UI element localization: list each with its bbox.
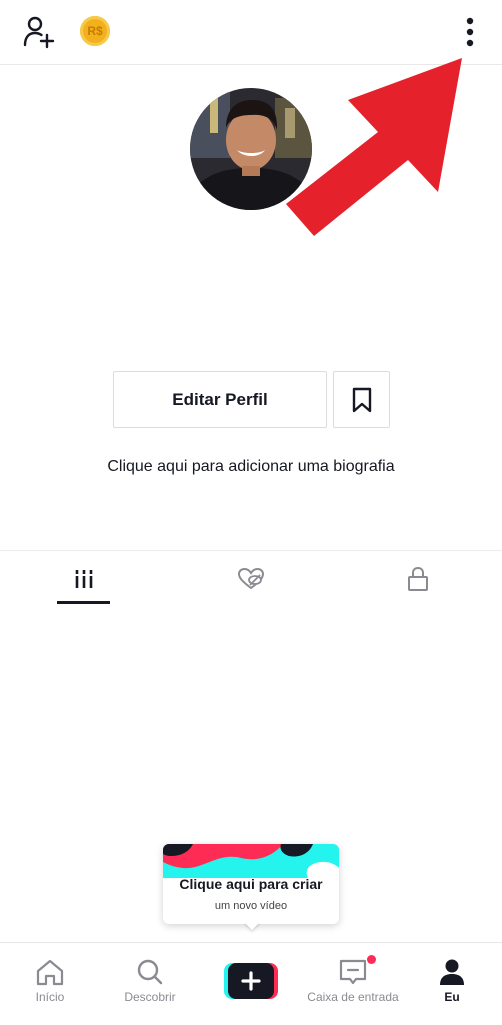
inbox-notification-dot	[367, 955, 376, 964]
bookmark-button[interactable]	[333, 371, 390, 428]
nav-me-label: Eu	[444, 990, 460, 1004]
red-arrow-annotation	[286, 58, 462, 236]
tab-videos[interactable]	[0, 551, 167, 607]
lock-icon	[407, 566, 428, 591]
inbox-icon	[339, 959, 367, 985]
edit-profile-button[interactable]: Editar Perfil	[113, 371, 327, 428]
liked-hidden-icon	[237, 567, 264, 590]
nav-home[interactable]: Início	[20, 943, 80, 1019]
tooltip-subtitle: um novo vídeo	[214, 900, 288, 912]
nav-inbox[interactable]: Caixa de entrada	[298, 943, 408, 1019]
create-video-tooltip[interactable]: Clique aqui para criar um novo vídeo	[163, 844, 339, 924]
active-tab-indicator	[57, 601, 110, 604]
nav-inbox-label: Caixa de entrada	[307, 990, 399, 1004]
tooltip-pointer	[244, 922, 260, 930]
profile-tabs	[0, 550, 502, 607]
create-video-button[interactable]	[224, 963, 278, 999]
nav-discover[interactable]: Descobrir	[115, 943, 185, 1019]
tab-private[interactable]	[334, 551, 501, 607]
edit-profile-label: Editar Perfil	[172, 389, 268, 409]
home-icon	[36, 959, 64, 986]
more-options-button[interactable]	[456, 14, 484, 50]
vertical-dots-icon	[466, 17, 474, 47]
nav-home-label: Início	[35, 990, 65, 1004]
bottom-navigation: Início Descobrir Caixa de entrada Eu	[0, 942, 502, 1025]
tooltip-banner-art	[163, 844, 339, 878]
person-add-icon	[23, 16, 55, 49]
person-icon	[440, 959, 464, 985]
bookmark-icon	[352, 387, 371, 412]
search-icon	[137, 959, 163, 985]
coin-icon: R$	[80, 16, 110, 46]
bio-prompt[interactable]: Clique aqui para adicionar uma biografia	[0, 458, 502, 476]
tab-liked[interactable]	[167, 551, 334, 607]
add-friend-button[interactable]	[20, 14, 56, 50]
tooltip-title: Clique aqui para criar	[179, 876, 323, 892]
nav-me[interactable]: Eu	[428, 943, 476, 1019]
coins-button[interactable]: R$	[78, 14, 112, 48]
videos-grid-icon	[74, 570, 93, 588]
coin-label: R$	[87, 24, 103, 38]
nav-discover-label: Descobrir	[124, 990, 176, 1004]
